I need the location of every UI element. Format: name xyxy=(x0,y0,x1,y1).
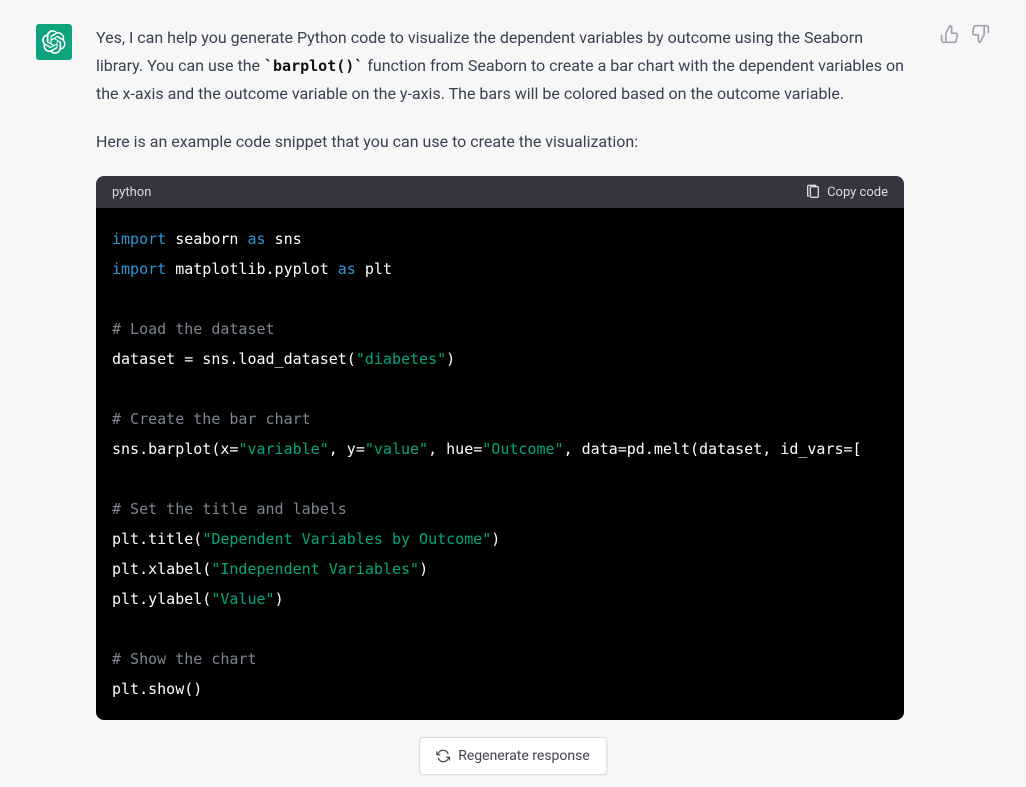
code-string: "Value" xyxy=(211,590,274,608)
code-token: seaborn xyxy=(166,230,247,248)
thumbs-up-icon xyxy=(940,24,960,44)
code-comment: # Load the dataset xyxy=(112,320,275,338)
message-content: Yes, I can help you generate Python code… xyxy=(96,24,904,730)
code-token: ) xyxy=(275,590,284,608)
code-token: import xyxy=(112,230,166,248)
code-token: as xyxy=(338,260,356,278)
code-token: ) xyxy=(491,530,500,548)
feedback-buttons xyxy=(940,24,990,44)
code-token: ) xyxy=(419,560,428,578)
copy-code-button[interactable]: Copy code xyxy=(805,184,888,200)
code-language-label: python xyxy=(112,185,151,200)
code-string: "Dependent Variables by Outcome" xyxy=(202,530,491,548)
code-token: , y= xyxy=(329,440,365,458)
code-token: sns.barplot(x= xyxy=(112,440,238,458)
code-comment: # Create the bar chart xyxy=(112,410,311,428)
code-token: , data=pd.melt(dataset, id_vars=[ xyxy=(564,440,862,458)
code-token: ) xyxy=(446,350,455,368)
code-token: plt.show() xyxy=(112,680,202,698)
thumbs-down-icon xyxy=(970,24,990,44)
refresh-icon xyxy=(436,749,450,763)
code-token: plt.ylabel( xyxy=(112,590,211,608)
copy-code-label: Copy code xyxy=(827,185,888,200)
response-paragraph-2: Here is an example code snippet that you… xyxy=(96,128,904,156)
code-string: "value" xyxy=(365,440,428,458)
openai-logo-icon xyxy=(42,30,66,54)
thumbs-down-button[interactable] xyxy=(970,24,990,44)
response-paragraph-1: Yes, I can help you generate Python code… xyxy=(96,24,904,108)
code-string: "Outcome" xyxy=(482,440,563,458)
code-string: "Independent Variables" xyxy=(211,560,419,578)
assistant-message: Yes, I can help you generate Python code… xyxy=(0,0,1026,730)
code-token: dataset = sns.load_dataset( xyxy=(112,350,356,368)
code-comment: # Set the title and labels xyxy=(112,500,347,518)
code-string: "diabetes" xyxy=(356,350,446,368)
code-string: "variable" xyxy=(238,440,328,458)
code-block: python Copy code import seaborn as sns i… xyxy=(96,176,904,720)
code-token: as xyxy=(247,230,265,248)
thumbs-up-button[interactable] xyxy=(940,24,960,44)
code-token: matplotlib.pyplot xyxy=(166,260,338,278)
code-token: sns xyxy=(266,230,302,248)
code-token: plt xyxy=(356,260,392,278)
code-token: plt.xlabel( xyxy=(112,560,211,578)
inline-code: `barplot()` xyxy=(264,57,363,75)
code-token: , hue= xyxy=(428,440,482,458)
regenerate-label: Regenerate response xyxy=(458,748,590,764)
regenerate-response-button[interactable]: Regenerate response xyxy=(419,737,607,775)
code-header: python Copy code xyxy=(96,176,904,208)
code-token: import xyxy=(112,260,166,278)
code-comment: # Show the chart xyxy=(112,650,257,668)
code-token: plt.title( xyxy=(112,530,202,548)
assistant-avatar xyxy=(36,24,72,60)
code-body: import seaborn as sns import matplotlib.… xyxy=(96,208,904,720)
clipboard-icon xyxy=(805,184,821,200)
